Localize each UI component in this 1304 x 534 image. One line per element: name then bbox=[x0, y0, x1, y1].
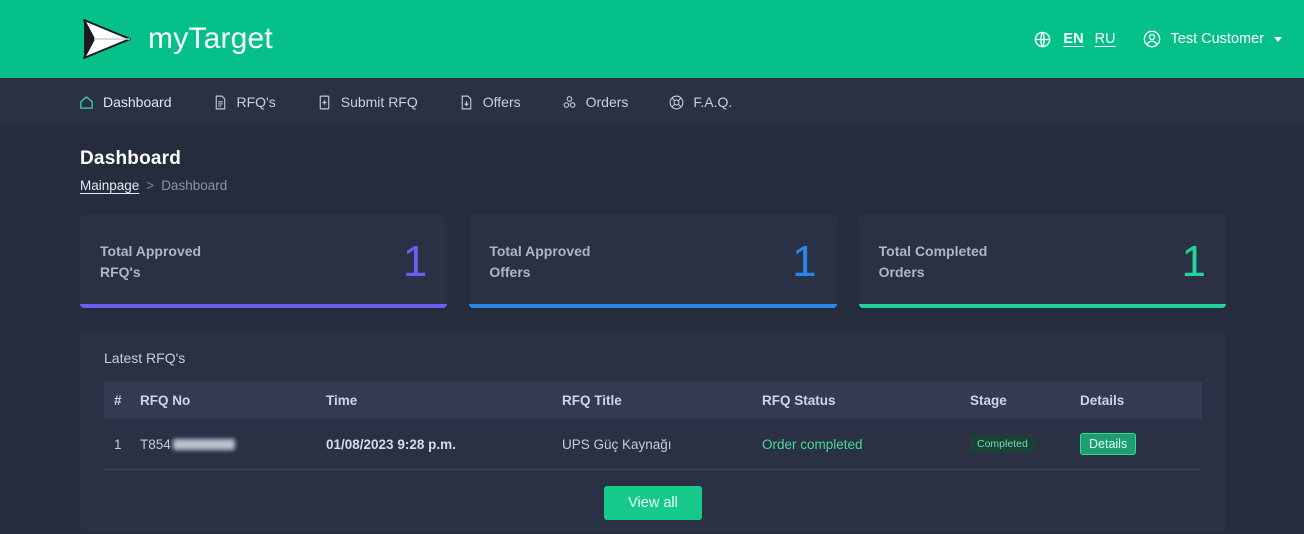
table-row[interactable]: 1 T854 01/08/2023 9:28 p.m. UPS Güç Kayn… bbox=[104, 419, 1202, 470]
app-header: myTarget EN RU Test Customer bbox=[0, 0, 1304, 78]
stat-card-label: Total Completed Orders bbox=[878, 242, 988, 280]
stat-card-value: 1 bbox=[792, 236, 817, 286]
stat-card-value: 1 bbox=[1181, 236, 1206, 286]
table-head: # RFQ No Time RFQ Title RFQ Status Stage… bbox=[104, 382, 1202, 419]
cell-num: 1 bbox=[104, 419, 140, 470]
stat-card-approved-rfqs[interactable]: Total Approved RFQ's 1 bbox=[80, 215, 448, 308]
panel-title: Latest RFQ's bbox=[104, 350, 186, 366]
table-body: 1 T854 01/08/2023 9:28 p.m. UPS Güç Kayn… bbox=[104, 419, 1202, 470]
page-content: Dashboard Mainpage > Dashboard Total App… bbox=[0, 126, 1304, 532]
cell-stage: Completed bbox=[970, 419, 1080, 470]
lifebuoy-icon bbox=[669, 95, 684, 109]
cell-details: Details bbox=[1080, 419, 1202, 470]
document-down-icon bbox=[461, 95, 472, 109]
breadcrumb: Mainpage > Dashboard bbox=[80, 178, 1226, 193]
user-name: Test Customer bbox=[1170, 31, 1264, 47]
page-title: Dashboard bbox=[80, 148, 182, 169]
paper-plane-logo bbox=[83, 19, 131, 59]
col-header-stage: Stage bbox=[970, 393, 1007, 408]
brand-name: myTarget bbox=[148, 22, 273, 55]
cell-rfq-no: T854 bbox=[140, 419, 326, 470]
header-actions: EN RU Test Customer bbox=[1033, 29, 1282, 49]
home-icon bbox=[80, 95, 93, 109]
stat-card-accent-bar bbox=[469, 304, 837, 308]
nav-label: Dashboard bbox=[103, 94, 172, 110]
nav-label: RFQ's bbox=[236, 94, 276, 110]
col-header-details: Details bbox=[1080, 393, 1125, 408]
latest-rfqs-panel: Latest RFQ's # RFQ No Time RFQ Title RFQ… bbox=[80, 330, 1226, 532]
nav-item-orders[interactable]: Orders bbox=[561, 78, 629, 126]
stat-card-label: Total Approved Offers bbox=[489, 242, 591, 280]
nav-item-rfqs[interactable]: RFQ's bbox=[212, 78, 276, 126]
cell-title: UPS Güç Kaynağı bbox=[562, 419, 762, 470]
boxes-icon bbox=[563, 95, 576, 108]
chevron-down-icon bbox=[1274, 36, 1282, 42]
cell-time: 01/08/2023 9:28 p.m. bbox=[326, 419, 562, 470]
view-all-button[interactable]: View all bbox=[604, 486, 702, 520]
globe-icon bbox=[1035, 31, 1051, 47]
breadcrumb-link-mainpage[interactable]: Mainpage bbox=[80, 178, 139, 193]
nav-label: Offers bbox=[482, 94, 521, 110]
nav-item-submit-rfq[interactable]: Submit RFQ bbox=[316, 78, 418, 126]
language-switcher[interactable]: EN RU bbox=[1033, 30, 1116, 49]
lang-en[interactable]: EN bbox=[1063, 31, 1083, 47]
stat-cards: Total Approved RFQ's 1 Total Approved Of… bbox=[80, 215, 1226, 308]
table-header-row: # RFQ No Time RFQ Title RFQ Status Stage… bbox=[104, 382, 1202, 419]
nav-label: F.A.Q. bbox=[693, 94, 733, 110]
breadcrumb-current: Dashboard bbox=[161, 178, 228, 193]
stat-card-value: 1 bbox=[402, 236, 428, 286]
col-header-rfq-no: RFQ No bbox=[140, 393, 191, 408]
nav-item-faq[interactable]: F.A.Q. bbox=[668, 78, 732, 126]
stat-card-approved-offers[interactable]: Total Approved Offers 1 bbox=[469, 215, 837, 308]
stat-card-accent-bar bbox=[80, 304, 448, 308]
view-all-container: View all bbox=[104, 486, 1202, 520]
stat-card-accent-bar bbox=[858, 304, 1226, 308]
nav-item-offers[interactable]: Offers bbox=[458, 78, 521, 126]
col-header-num: # bbox=[114, 393, 122, 408]
details-button[interactable]: Details bbox=[1080, 433, 1137, 455]
breadcrumb-separator: > bbox=[146, 178, 155, 193]
nav-item-dashboard[interactable]: Dashboard bbox=[78, 78, 172, 126]
latest-rfqs-table: # RFQ No Time RFQ Title RFQ Status Stage… bbox=[104, 382, 1202, 470]
stat-card-label: Total Approved RFQ's bbox=[100, 242, 202, 280]
col-header-time: Time bbox=[326, 393, 358, 408]
document-plus-icon bbox=[319, 95, 330, 109]
lang-ru[interactable]: RU bbox=[1095, 31, 1116, 47]
user-menu[interactable]: Test Customer bbox=[1142, 29, 1282, 49]
nav-label: Orders bbox=[585, 94, 629, 110]
stat-card-completed-orders[interactable]: Total Completed Orders 1 bbox=[858, 215, 1226, 308]
col-header-title: RFQ Title bbox=[562, 393, 622, 408]
redacted-bar bbox=[172, 439, 235, 451]
main-nav: Dashboard RFQ's Submit RFQ Offers Orders… bbox=[0, 78, 1304, 126]
rfq-no-text: T854 bbox=[140, 436, 171, 452]
cell-status: Order completed bbox=[762, 419, 970, 470]
brand[interactable]: myTarget bbox=[78, 16, 273, 62]
status-badge: Completed bbox=[970, 435, 1035, 453]
user-circle-icon bbox=[1143, 30, 1160, 48]
nav-label: Submit RFQ bbox=[340, 94, 418, 110]
document-list-icon bbox=[215, 95, 225, 109]
col-header-status: RFQ Status bbox=[762, 393, 836, 408]
